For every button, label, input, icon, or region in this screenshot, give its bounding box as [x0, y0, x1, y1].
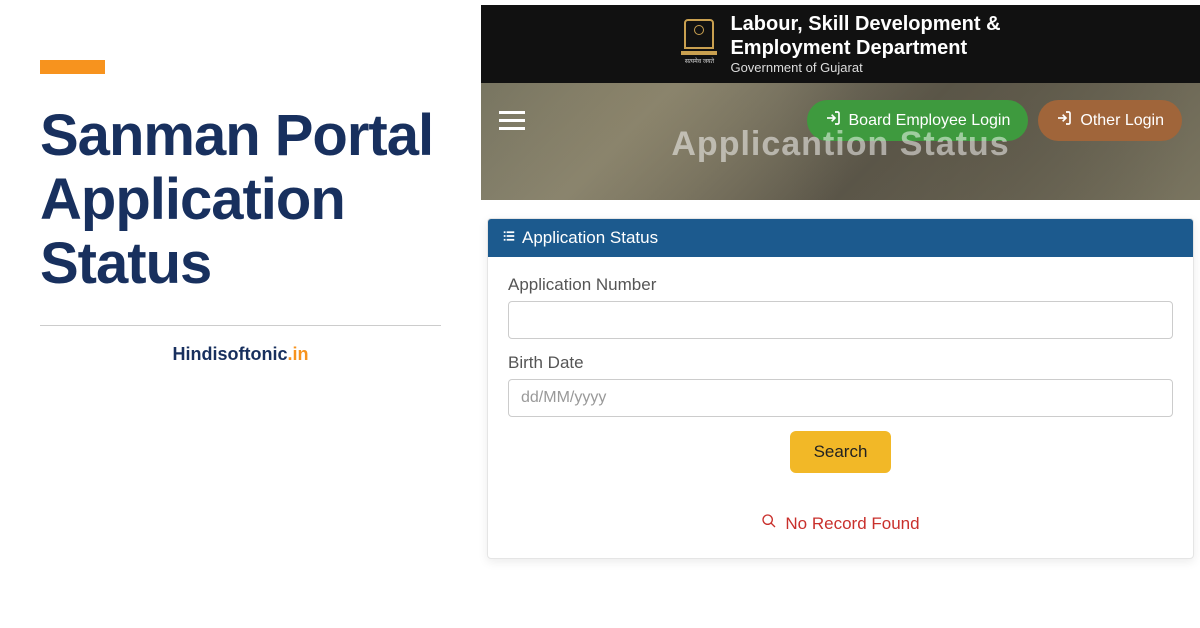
search-button[interactable]: Search: [790, 431, 892, 473]
source-name: Hindisoftonic: [173, 344, 288, 364]
divider: [40, 325, 441, 326]
panel-wrap: Application Status Application Number Bi…: [481, 200, 1200, 559]
search-row: Search: [508, 431, 1173, 473]
banner-title-wrap: Applicantion Status: [481, 125, 1200, 164]
department-line2: Employment Department: [730, 36, 1000, 60]
source-tld: .in: [288, 344, 309, 364]
banner-title: Applicantion Status: [671, 125, 1009, 163]
department-sub: Government of Gujarat: [730, 60, 1000, 76]
department-line1: Labour, Skill Development &: [730, 12, 1000, 36]
birth-date-label: Birth Date: [508, 353, 1173, 373]
banner: सत्यमेव जयते Labour, Skill Development &…: [481, 5, 1200, 200]
no-record-text: No Record Found: [785, 514, 919, 534]
application-number-group: Application Number: [508, 275, 1173, 339]
birth-date-group: Birth Date: [508, 353, 1173, 417]
department-header: सत्यमेव जयते Labour, Skill Development &…: [481, 5, 1200, 83]
birth-date-input[interactable]: [508, 379, 1173, 417]
emblem-icon: सत्यमेव जयते: [680, 19, 718, 69]
list-icon: [502, 228, 516, 248]
left-panel: Sanman Portal Application Status Hindiso…: [0, 0, 481, 628]
source-attribution: Hindisoftonic.in: [40, 344, 441, 365]
application-number-input[interactable]: [508, 301, 1173, 339]
application-status-panel: Application Status Application Number Bi…: [487, 218, 1194, 559]
panel-header: Application Status: [488, 219, 1193, 257]
department-text: Labour, Skill Development & Employment D…: [730, 12, 1000, 76]
result-message: No Record Found: [508, 513, 1173, 534]
panel-body: Application Number Birth Date Search No …: [488, 257, 1193, 558]
right-panel: सत्यमेव जयते Labour, Skill Development &…: [481, 0, 1200, 628]
magnifier-icon: [761, 513, 777, 534]
application-number-label: Application Number: [508, 275, 1173, 295]
page-title: Sanman Portal Application Status: [40, 104, 441, 295]
accent-bar: [40, 60, 105, 74]
panel-title: Application Status: [522, 228, 658, 248]
